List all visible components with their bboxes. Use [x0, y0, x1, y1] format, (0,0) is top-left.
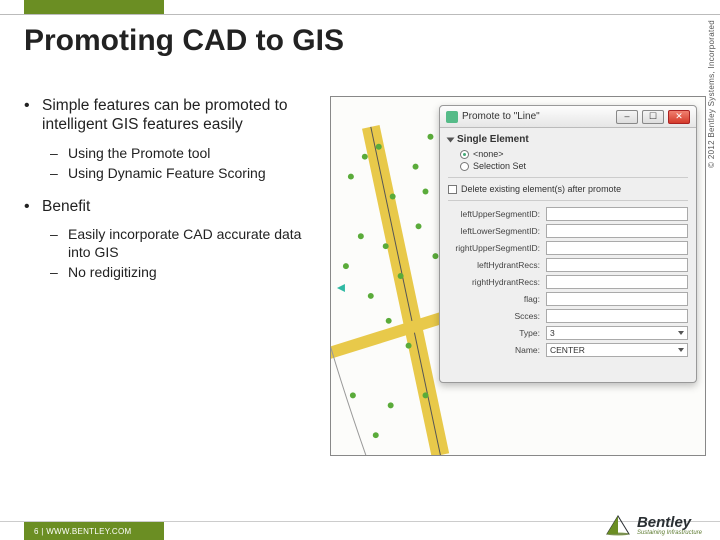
radio-selection-set-label: Selection Set — [473, 161, 526, 171]
field-name: Name: CENTER — [448, 343, 688, 357]
close-button[interactable]: ✕ — [668, 110, 690, 124]
promote-dialog: Promote to "Line" – ☐ ✕ Single Element <… — [439, 105, 697, 383]
logo-tagline: Sustaining Infrastructure — [637, 530, 702, 536]
dialog-title-text: Promote to "Line" — [462, 111, 540, 122]
accent-bar-top — [24, 0, 164, 14]
select-value: CENTER — [550, 345, 585, 355]
field-input[interactable] — [546, 292, 688, 306]
logo-mark-icon — [605, 514, 631, 536]
field-select[interactable]: 3 — [546, 326, 688, 340]
separator — [448, 200, 688, 201]
field-input[interactable] — [546, 258, 688, 272]
radio-icon — [460, 162, 469, 171]
separator — [448, 177, 688, 178]
dialog-titlebar[interactable]: Promote to "Line" – ☐ ✕ — [440, 106, 696, 128]
field-label: leftLowerSegmentID: — [448, 226, 546, 236]
section-single-element[interactable]: Single Element — [448, 134, 688, 145]
bullet-2-sub-2: No redigitizing — [50, 264, 314, 282]
logo-brand: Bentley — [637, 515, 702, 530]
field-input[interactable] — [546, 275, 688, 289]
bullet-2: Benefit Easily incorporate CAD accurate … — [24, 197, 314, 282]
body-content: Simple features can be promoted to intel… — [24, 96, 314, 296]
header-rule — [0, 14, 720, 15]
maximize-button[interactable]: ☐ — [642, 110, 664, 124]
bullet-2-text: Benefit — [42, 198, 90, 215]
bentley-logo: Bentley Sustaining Infrastructure — [605, 514, 702, 536]
bullet-2-sub-1: Easily incorporate CAD accurate data int… — [50, 226, 314, 261]
footer-url: WWW.BENTLEY.COM — [46, 527, 131, 536]
radio-selection-set[interactable]: Selection Set — [460, 161, 688, 171]
radio-none[interactable]: <none> — [460, 149, 688, 159]
field-label: rightHydrantRecs: — [448, 277, 546, 287]
field-right-hydrant: rightHydrantRecs: — [448, 275, 688, 289]
field-select[interactable]: CENTER — [546, 343, 688, 357]
field-left-upper: leftUpperSegmentID: — [448, 207, 688, 221]
field-flag: flag: — [448, 292, 688, 306]
field-input[interactable] — [546, 207, 688, 221]
field-label: Type: — [448, 328, 546, 338]
chevron-down-icon — [678, 348, 684, 352]
field-label: Name: — [448, 345, 546, 355]
bullet-1-text: Simple features can be promoted to intel… — [42, 97, 288, 133]
dialog-body: Single Element <none> Selection Set Dele… — [440, 128, 696, 366]
select-value: 3 — [550, 328, 555, 338]
field-label: leftUpperSegmentID: — [448, 209, 546, 219]
field-input[interactable] — [546, 224, 688, 238]
section-label: Single Element — [457, 134, 529, 145]
minimize-button[interactable]: – — [616, 110, 638, 124]
field-left-hydrant: leftHydrantRecs: — [448, 258, 688, 272]
screenshot-figure: Promote to "Line" – ☐ ✕ Single Element <… — [330, 96, 706, 456]
field-input[interactable] — [546, 309, 688, 323]
field-label: Scces: — [448, 311, 546, 321]
field-label: rightUpperSegmentID: — [448, 243, 546, 253]
dialog-app-icon — [446, 111, 458, 123]
field-label: leftHydrantRecs: — [448, 260, 546, 270]
copyright-text: © 2012 Bentley Systems, Incorporated — [707, 20, 716, 168]
bullet-1-sub-2: Using Dynamic Feature Scoring — [50, 165, 314, 183]
field-label: flag: — [448, 294, 546, 304]
chevron-down-icon — [678, 331, 684, 335]
field-scces: Scces: — [448, 309, 688, 323]
disclosure-icon — [447, 137, 455, 142]
slide-title: Promoting CAD to GIS — [24, 24, 344, 58]
checkbox-delete-existing[interactable]: Delete existing element(s) after promote — [448, 184, 688, 194]
field-right-upper: rightUpperSegmentID: — [448, 241, 688, 255]
radio-icon — [460, 150, 469, 159]
bullet-1-sub-1: Using the Promote tool — [50, 145, 314, 163]
field-type: Type: 3 — [448, 326, 688, 340]
footer-text: 6 | WWW.BENTLEY.COM — [34, 527, 131, 536]
field-left-lower: leftLowerSegmentID: — [448, 224, 688, 238]
radio-none-label: <none> — [473, 149, 504, 159]
field-input[interactable] — [546, 241, 688, 255]
checkbox-icon — [448, 185, 457, 194]
checkbox-label: Delete existing element(s) after promote — [461, 184, 621, 194]
bullet-1: Simple features can be promoted to intel… — [24, 96, 314, 183]
